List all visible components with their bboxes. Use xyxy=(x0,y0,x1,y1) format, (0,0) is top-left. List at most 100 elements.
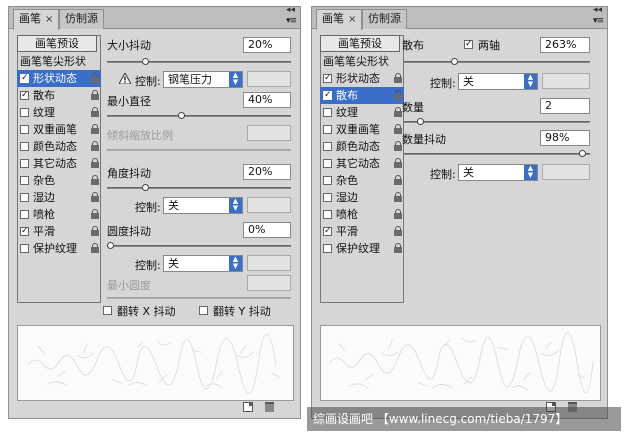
scatter-slider[interactable] xyxy=(404,58,590,65)
lock-icon[interactable] xyxy=(91,243,99,253)
close-icon[interactable]: × xyxy=(45,14,53,25)
slider-thumb[interactable] xyxy=(142,184,149,191)
list-item-airbrush[interactable]: 喷枪 xyxy=(320,206,404,223)
list-item-wet-edges[interactable]: 湿边 xyxy=(320,189,404,206)
select-arrows-icon[interactable]: ▲ ▼ xyxy=(229,256,242,271)
control-select-pen-pressure[interactable]: 钢笔压力 ▲ ▼ xyxy=(163,71,243,88)
list-item-airbrush[interactable]: 喷枪 xyxy=(17,206,101,223)
checkbox[interactable] xyxy=(20,244,29,253)
min-diameter-field[interactable]: 40% xyxy=(243,92,291,108)
trash-icon[interactable] xyxy=(265,402,274,412)
slider-thumb[interactable] xyxy=(107,242,114,249)
checkbox[interactable] xyxy=(20,176,29,185)
lock-icon[interactable] xyxy=(394,73,402,83)
tab-brush[interactable]: 画笔 × xyxy=(13,9,60,30)
lock-icon[interactable] xyxy=(394,90,402,100)
scatter-field[interactable]: 263% xyxy=(540,37,590,53)
checkbox[interactable] xyxy=(20,193,29,202)
control-select-count[interactable]: 关 ▲ ▼ xyxy=(458,164,538,181)
slider-thumb[interactable] xyxy=(579,150,586,157)
checkbox[interactable]: ✓ xyxy=(20,74,29,83)
count-jitter-field[interactable]: 98% xyxy=(540,130,590,146)
lock-icon[interactable] xyxy=(394,209,402,219)
list-item-other-dynamics[interactable]: 其它动态 xyxy=(320,155,404,172)
flip-y-checkbox[interactable] xyxy=(199,306,208,315)
checkbox[interactable]: ✓ xyxy=(323,227,332,236)
lock-icon[interactable] xyxy=(394,141,402,151)
list-item-protect-texture[interactable]: 保护纹理 xyxy=(320,240,404,257)
size-jitter-slider[interactable] xyxy=(107,58,291,65)
lock-icon[interactable] xyxy=(394,175,402,185)
list-item-brush-tip-shape[interactable]: 画笔笔尖形状 xyxy=(320,53,404,70)
close-icon[interactable]: × xyxy=(348,14,356,25)
checkbox[interactable] xyxy=(20,125,29,134)
tab-clone-source[interactable]: 仿制源 xyxy=(59,9,104,29)
size-jitter-field[interactable]: 20% xyxy=(243,37,291,53)
list-item-texture[interactable]: 纹理 xyxy=(320,104,404,121)
slider-thumb[interactable] xyxy=(178,112,185,119)
checkbox[interactable] xyxy=(323,210,332,219)
lock-icon[interactable] xyxy=(394,226,402,236)
panel-menu-icon[interactable]: ▾≡ xyxy=(593,16,604,26)
lock-icon[interactable] xyxy=(394,192,402,202)
list-item-scattering[interactable]: ✓ 散布 xyxy=(320,87,404,104)
lock-icon[interactable] xyxy=(91,209,99,219)
list-item-noise[interactable]: 杂色 xyxy=(17,172,101,189)
checkbox[interactable] xyxy=(323,142,332,151)
brush-presets-button[interactable]: 画笔预设 xyxy=(17,35,97,52)
lock-icon[interactable] xyxy=(394,124,402,134)
lock-icon[interactable] xyxy=(91,141,99,151)
checkbox[interactable]: ✓ xyxy=(323,74,332,83)
checkbox[interactable] xyxy=(323,193,332,202)
lock-icon[interactable] xyxy=(394,243,402,253)
slider-thumb[interactable] xyxy=(451,58,458,65)
lock-icon[interactable] xyxy=(91,226,99,236)
checkbox[interactable] xyxy=(323,125,332,134)
list-item-protect-texture[interactable]: 保护纹理 xyxy=(17,240,101,257)
lock-icon[interactable] xyxy=(394,107,402,117)
angle-jitter-slider[interactable] xyxy=(107,184,291,191)
slider-thumb[interactable] xyxy=(142,58,149,65)
tab-brush[interactable]: 画笔 × xyxy=(316,9,363,30)
list-item-scattering[interactable]: ✓ 散布 xyxy=(17,87,101,104)
list-item-noise[interactable]: 杂色 xyxy=(320,172,404,189)
checkbox[interactable] xyxy=(323,176,332,185)
list-item-other-dynamics[interactable]: 其它动态 xyxy=(17,155,101,172)
checkbox[interactable] xyxy=(20,108,29,117)
select-arrows-icon[interactable]: ▲ ▼ xyxy=(524,165,537,180)
tab-clone-source[interactable]: 仿制源 xyxy=(362,9,407,29)
list-item-dual-brush[interactable]: 双重画笔 xyxy=(17,121,101,138)
checkbox[interactable] xyxy=(20,142,29,151)
lock-icon[interactable] xyxy=(91,73,99,83)
new-brush-icon[interactable] xyxy=(243,402,253,412)
select-arrows-icon[interactable]: ▲ ▼ xyxy=(229,198,242,213)
list-item-color-dynamics[interactable]: 颜色动态 xyxy=(17,138,101,155)
count-field[interactable]: 2 xyxy=(540,98,590,114)
lock-icon[interactable] xyxy=(91,124,99,134)
list-item-texture[interactable]: 纹理 xyxy=(17,104,101,121)
list-item-smoothing[interactable]: ✓ 平滑 xyxy=(17,223,101,240)
lock-icon[interactable] xyxy=(91,158,99,168)
roundness-jitter-slider[interactable] xyxy=(107,242,291,249)
angle-jitter-field[interactable]: 20% xyxy=(243,164,291,180)
list-item-shape-dynamics[interactable]: ✓ 形状动态 xyxy=(17,70,101,87)
checkbox[interactable] xyxy=(323,108,332,117)
slider-thumb[interactable] xyxy=(417,118,424,125)
collapse-icon[interactable]: ◂◂ xyxy=(286,5,295,15)
checkbox[interactable]: ✓ xyxy=(323,91,332,100)
count-jitter-slider[interactable] xyxy=(404,150,590,157)
list-item-wet-edges[interactable]: 湿边 xyxy=(17,189,101,206)
lock-icon[interactable] xyxy=(91,107,99,117)
list-item-shape-dynamics[interactable]: ✓ 形状动态 xyxy=(320,70,404,87)
min-diameter-slider[interactable] xyxy=(107,112,291,119)
collapse-icon[interactable]: ◂◂ xyxy=(593,5,602,15)
panel-menu-icon[interactable]: ▾≡ xyxy=(286,16,297,26)
lock-icon[interactable] xyxy=(91,192,99,202)
checkbox[interactable] xyxy=(323,159,332,168)
checkbox[interactable] xyxy=(20,210,29,219)
lock-icon[interactable] xyxy=(91,90,99,100)
list-item-smoothing[interactable]: ✓ 平滑 xyxy=(320,223,404,240)
list-item-dual-brush[interactable]: 双重画笔 xyxy=(320,121,404,138)
checkbox[interactable] xyxy=(323,244,332,253)
control-select-roundness[interactable]: 关 ▲ ▼ xyxy=(163,255,243,272)
